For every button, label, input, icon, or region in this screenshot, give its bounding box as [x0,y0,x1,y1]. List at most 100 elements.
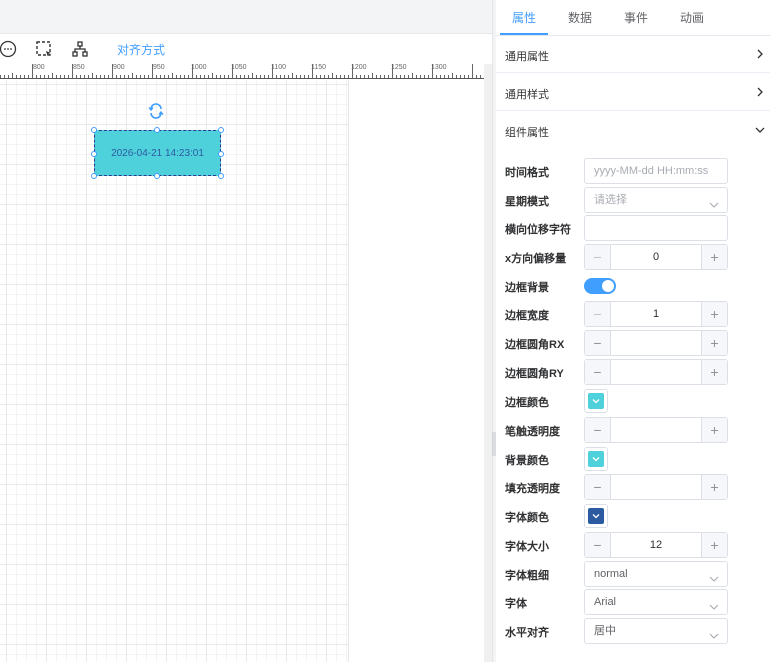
decrement-button[interactable]: − [585,418,611,442]
property-tabs: 属性 数据 事件 动画 [496,0,770,36]
decrement-button[interactable]: − [585,331,611,355]
field-font-family: 字体 Arial [496,589,770,615]
ruler-label: 1150 [311,64,327,71]
stepper-value[interactable]: 0 [611,245,701,269]
ruler-label: 1300 [431,64,447,71]
time-format-input[interactable]: yyyy-MM-dd HH:mm:ss [584,158,728,184]
chevron-down-icon [592,514,600,519]
ruler-label: 1250 [391,64,407,71]
stepper-value[interactable] [611,360,701,384]
editor-top-bar [0,0,492,34]
font-family-select[interactable]: Arial [584,589,728,615]
circle-ellipsis-icon[interactable] [0,39,18,59]
field-label: 边框圆角RX [505,339,565,351]
section-general-props[interactable]: 通用属性 [496,35,770,73]
field-label: 笔触透明度 [505,426,560,438]
tab-animation[interactable]: 动画 [680,0,704,36]
increment-button[interactable]: + [701,245,727,269]
border-bg-toggle[interactable] [584,278,616,294]
select-value: Arial [594,596,617,608]
increment-button[interactable]: + [701,533,727,557]
section-title: 通用属性 [505,51,549,63]
x-offset-stepper[interactable]: − 0 + [584,244,728,270]
field-label: 字体 [505,598,527,610]
week-mode-select[interactable]: 请选择 [584,187,728,213]
field-label: 横向位移字符 [505,224,571,236]
decrement-button[interactable]: − [585,302,611,326]
h-align-select[interactable]: 居中 [584,618,728,644]
color-fill [588,508,604,524]
tab-events[interactable]: 事件 [624,0,648,36]
field-label: 边框颜色 [505,397,549,409]
section-general-style[interactable]: 通用样式 [496,73,770,111]
field-x-offset: x方向偏移量 − 0 + [496,244,770,270]
font-weight-select[interactable]: normal [584,561,728,587]
align-mode-button[interactable]: 对齐方式 [117,41,165,58]
increment-button[interactable]: + [701,331,727,355]
field-stroke-opacity: 笔触透明度 − + [496,417,770,443]
font-color-picker[interactable] [584,504,608,528]
border-ry-stepper[interactable]: − + [584,359,728,385]
section-component-props[interactable]: 组件属性 [496,111,770,149]
stepper-value[interactable]: 1 [611,302,701,326]
resize-handle[interactable] [154,173,160,179]
ruler-label: 1050 [231,64,247,71]
field-label: x方向偏移量 [505,253,567,265]
decrement-button[interactable]: − [585,533,611,557]
font-size-stepper[interactable]: − 12 + [584,532,728,558]
rotate-handle-icon[interactable] [148,103,164,119]
horizontal-ruler: 800 850 900 950 1000 1050 1100 1150 1200… [0,64,484,79]
stepper-value[interactable] [611,418,701,442]
increment-button[interactable]: + [701,360,727,384]
chevron-down-icon [709,569,719,582]
increment-button[interactable]: + [701,302,727,326]
border-width-stepper[interactable]: − 1 + [584,301,728,327]
fill-opacity-stepper[interactable]: − + [584,474,728,500]
resize-handle[interactable] [218,173,224,179]
tab-data[interactable]: 数据 [568,0,592,36]
field-border-color: 边框颜色 [496,388,770,414]
select-placeholder: 请选择 [594,194,627,206]
field-font-size: 字体大小 − 12 + [496,532,770,558]
stepper-value[interactable] [611,475,701,499]
field-label: 边框宽度 [505,310,549,322]
datetime-widget[interactable]: 2026-04-21 14:23:01 [94,130,221,176]
chevron-right-icon [754,47,766,59]
field-time-format: 时间格式 yyyy-MM-dd HH:mm:ss [496,158,770,184]
resize-handle[interactable] [218,151,224,157]
ruler-label: 1000 [191,64,207,71]
chevron-right-icon [754,85,766,97]
increment-button[interactable]: + [701,418,727,442]
section-title: 组件属性 [505,127,549,139]
tab-properties[interactable]: 属性 [512,0,536,36]
field-label: 水平对齐 [505,627,549,639]
stroke-opacity-stepper[interactable]: − + [584,417,728,443]
bg-color-picker[interactable] [584,447,608,471]
border-rx-stepper[interactable]: − + [584,330,728,356]
field-border-ry: 边框圆角RY − + [496,359,770,385]
hierarchy-icon[interactable] [70,39,90,59]
select-value: normal [594,568,628,580]
field-label: 填充透明度 [505,483,560,495]
field-border-rx: 边框圆角RX − + [496,330,770,356]
h-offset-char-input[interactable] [584,215,728,241]
stepper-value[interactable]: 12 [611,533,701,557]
color-fill [588,451,604,467]
border-color-picker[interactable] [584,389,608,413]
resize-handle[interactable] [91,127,97,133]
select-region-icon[interactable] [34,39,54,59]
decrement-button[interactable]: − [585,245,611,269]
resize-handle[interactable] [154,127,160,133]
decrement-button[interactable]: − [585,475,611,499]
ruler-label: 850 [73,64,85,71]
decrement-button[interactable]: − [585,360,611,384]
resize-handle[interactable] [218,127,224,133]
stepper-value[interactable] [611,331,701,355]
increment-button[interactable]: + [701,475,727,499]
chevron-down-icon [592,399,600,404]
resize-handle[interactable] [91,151,97,157]
select-value: 居中 [594,625,616,637]
resize-handle[interactable] [91,173,97,179]
canvas-scrollbar[interactable] [484,64,492,662]
chevron-down-icon [709,597,719,610]
